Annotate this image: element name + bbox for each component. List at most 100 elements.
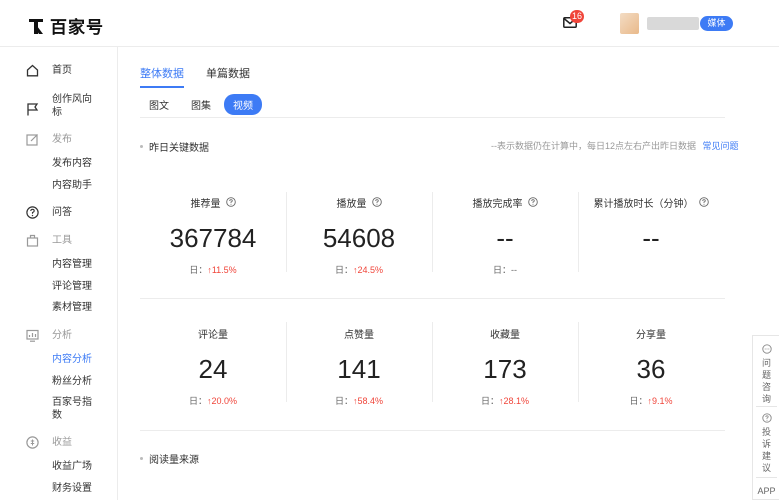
question-icon <box>761 413 772 423</box>
sidebar-item-label: 素材管理 <box>52 302 92 313</box>
day-prefix: 日： <box>189 265 208 275</box>
sidebar-item-baijiahao-index[interactable]: 百家号指数 <box>0 396 118 422</box>
question-circle-icon <box>26 206 39 219</box>
metric-value: 24 <box>198 354 228 384</box>
logo-mark-icon <box>29 18 43 34</box>
sidebar-item-label: 评论管理 <box>52 281 92 292</box>
sidebar-item-label: 发布内容 <box>52 158 92 169</box>
change-up: ↑11.5% <box>207 265 237 275</box>
sidebar-item-label: 内容管理 <box>52 259 92 270</box>
mail-count-badge: 16 <box>570 10 585 23</box>
metric-comments: 评论量 24 日：↑20.0% <box>140 326 286 407</box>
change-pending: -- <box>511 265 517 275</box>
metric-label: 播放量 <box>336 198 367 210</box>
subtab-video[interactable]: 视频 <box>224 94 262 115</box>
change-up: ↑28.1% <box>498 396 530 406</box>
sidebar-item-label: 百家号指数 <box>52 397 92 421</box>
complaint-button[interactable]: 投诉建议 <box>753 413 779 474</box>
sidebar-item-label: 内容助手 <box>52 180 92 191</box>
metric-value: -- <box>496 223 514 253</box>
metric-day-change: 日：↑24.5% <box>286 263 432 276</box>
sidebar-item-label: 粉丝分析 <box>52 376 92 387</box>
sidebar-item-label: 问答 <box>52 207 72 218</box>
faq-link[interactable]: 常见问题 <box>703 141 739 151</box>
divider <box>140 430 725 431</box>
metric-favorites: 收藏量 173 日：↑28.1% <box>432 326 578 407</box>
top-header: 百家号 16 媒体 <box>0 0 779 47</box>
consult-button[interactable]: 问题咨询 <box>753 344 779 405</box>
metric-total-play-duration: 累计播放时长（分钟） -- <box>578 195 724 253</box>
chat-icon <box>761 344 772 354</box>
sidebar-item-label: 创作风向标 <box>52 94 92 118</box>
help-icon[interactable] <box>698 197 709 207</box>
avatar[interactable] <box>620 13 639 34</box>
consult-label: 问题咨询 <box>761 358 771 404</box>
day-prefix: 日： <box>334 396 353 406</box>
tab-overall-data[interactable]: 整体数据 <box>140 65 184 88</box>
sidebar: 首页 创作风向标 发布 发布内容 内容助手 问答 工具 内容管理 评论管理 素材… <box>0 47 118 500</box>
change-up: ↑24.5% <box>352 265 384 275</box>
app-button[interactable]: APP <box>753 485 779 497</box>
metric-label: 评论量 <box>198 329 228 341</box>
divider <box>140 298 725 299</box>
section-yesterday-key-data: 昨日关键数据 <box>140 139 209 154</box>
brand-name: 百家号 <box>50 18 104 37</box>
metric-completion-rate: 播放完成率 -- 日：-- <box>432 195 578 276</box>
bullet-dot <box>140 457 143 460</box>
brand-logo[interactable]: 百家号 <box>27 13 104 38</box>
metric-likes: 点赞量 141 日：↑58.4% <box>286 326 432 407</box>
metric-label: 推荐量 <box>190 198 221 210</box>
help-icon[interactable] <box>225 197 236 207</box>
flag-icon <box>27 103 39 116</box>
home-icon <box>26 64 39 77</box>
help-icon[interactable] <box>527 197 538 207</box>
chart-icon <box>26 329 39 342</box>
sidebar-item-label: 内容分析 <box>52 354 92 365</box>
metric-day-change: 日：↑58.4% <box>286 394 432 407</box>
divider <box>756 406 777 407</box>
subtab-image-text[interactable]: 图文 <box>140 94 178 115</box>
help-icon[interactable] <box>371 197 382 207</box>
sidebar-group-label: 分析 <box>52 330 72 341</box>
metric-value: 141 <box>337 354 381 384</box>
bullet-dot <box>140 145 143 148</box>
metric-value: 367784 <box>169 223 257 253</box>
metric-label: 点赞量 <box>344 329 374 341</box>
metric-day-change: 日：↑20.0% <box>140 394 286 407</box>
day-prefix: 日： <box>492 265 511 275</box>
sidebar-item-trend[interactable]: 创作风向标 <box>0 93 118 119</box>
metric-recommend: 推荐量 367784 日：↑11.5% <box>140 195 286 276</box>
sidebar-item-label: 收益广场 <box>52 461 92 472</box>
metric-value: -- <box>642 223 660 253</box>
section-read-source: 阅读量来源 <box>140 451 199 466</box>
complaint-label: 投诉建议 <box>761 427 771 473</box>
day-prefix: 日： <box>480 396 499 406</box>
metric-value: 54608 <box>322 223 396 253</box>
divider <box>140 117 725 118</box>
section-title: 昨日关键数据 <box>149 143 209 154</box>
metric-day-change: 日：↑11.5% <box>140 263 286 276</box>
toolbox-icon <box>26 234 39 247</box>
sidebar-item-label: 首页 <box>52 65 72 76</box>
floating-help-panel: 问题咨询 投诉建议 APP <box>752 335 779 500</box>
change-up: ↑20.0% <box>206 396 238 406</box>
tab-single-article-data[interactable]: 单篇数据 <box>206 65 250 88</box>
username-blurred[interactable] <box>647 17 699 30</box>
sidebar-group-label: 发布 <box>52 134 72 145</box>
subtab-gallery[interactable]: 图集 <box>182 94 220 115</box>
change-up: ↑58.4% <box>352 396 384 406</box>
metric-label: 播放完成率 <box>472 198 523 210</box>
metric-day-change: 日：-- <box>432 263 578 276</box>
sidebar-group-label: 工具 <box>52 235 72 246</box>
edit-icon <box>26 134 38 146</box>
day-prefix: 日： <box>629 396 648 406</box>
role-badge: 媒体 <box>700 16 733 31</box>
day-prefix: 日： <box>188 396 207 406</box>
metric-day-change: 日：↑9.1% <box>578 394 724 407</box>
metric-shares: 分享量 36 日：↑9.1% <box>578 326 724 407</box>
metric-day-change: 日：↑28.1% <box>432 394 578 407</box>
app-label: APP <box>757 486 776 496</box>
change-up: ↑9.1% <box>647 396 673 406</box>
coin-icon <box>26 436 39 449</box>
day-prefix: 日： <box>334 265 353 275</box>
